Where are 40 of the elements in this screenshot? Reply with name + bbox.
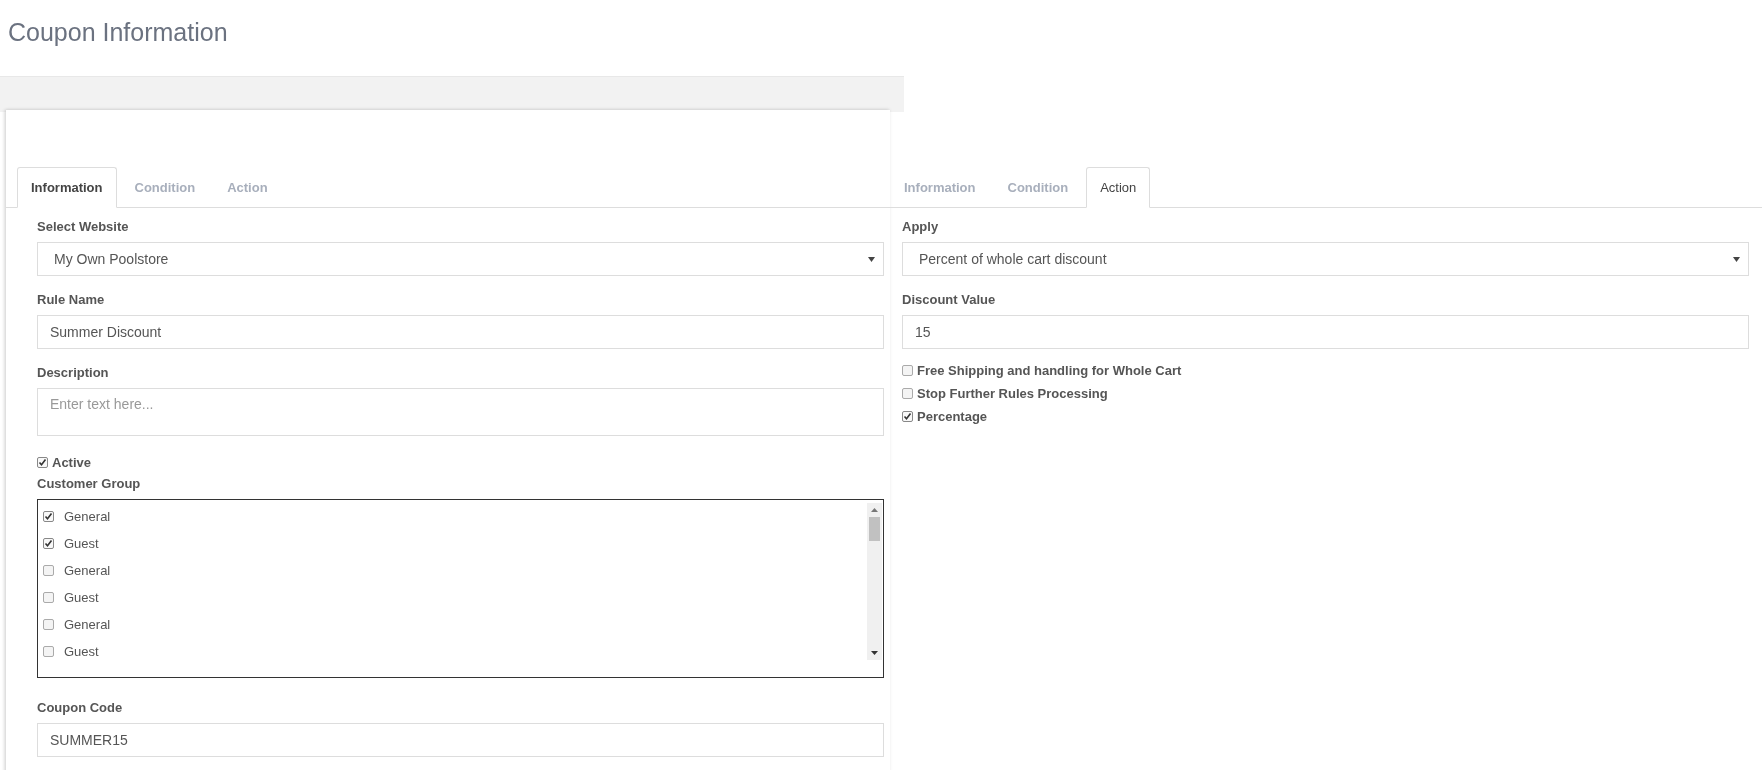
page-title: Coupon Information xyxy=(7,17,229,48)
field-label: Coupon Code xyxy=(37,700,124,717)
list-item-label: Guest xyxy=(64,644,99,659)
checkbox[interactable] xyxy=(37,456,48,468)
checkbox[interactable] xyxy=(43,592,54,603)
checkbox-label: Active xyxy=(52,454,92,470)
checkbox[interactable] xyxy=(43,511,54,522)
checkbox[interactable] xyxy=(43,538,54,549)
checkbox-label: Stop Further Rules Processing xyxy=(917,385,1108,401)
tab[interactable]: Information xyxy=(17,167,117,208)
scrollbar[interactable] xyxy=(867,503,882,660)
list-item-label: General xyxy=(64,617,111,632)
website-select[interactable]: My Own Poolstore xyxy=(37,242,884,276)
caret-icon xyxy=(868,256,875,262)
field-label: Description xyxy=(37,365,110,382)
description-field[interactable]: Enter text here... xyxy=(37,388,884,436)
list-item-label: General xyxy=(64,563,111,578)
tab[interactable]: Action xyxy=(1086,167,1151,208)
field-label: Rule Name xyxy=(37,292,106,309)
checkbox[interactable] xyxy=(902,387,913,399)
coupon-code-field[interactable]: SUMMER15 xyxy=(37,723,884,757)
checkbox[interactable] xyxy=(902,364,913,376)
list-item-label: General xyxy=(64,509,111,524)
field-label: Discount Value xyxy=(902,292,997,309)
checkbox[interactable] xyxy=(43,646,54,657)
rule-name-field[interactable]: Summer Discount xyxy=(37,315,884,349)
customer-group-list[interactable]: General Guest General Guest General Guest xyxy=(37,499,884,678)
checkbox[interactable] xyxy=(43,619,54,630)
field-label: Customer Group xyxy=(37,476,142,493)
checkbox[interactable] xyxy=(43,565,54,576)
checkbox-label: Percentage xyxy=(917,408,988,424)
list-item-label: Guest xyxy=(64,536,99,551)
discount-value-field[interactable]: 15 xyxy=(902,315,1749,349)
checkbox-label: Free Shipping and handling for Whole Cart xyxy=(917,362,1182,378)
field-label: Apply xyxy=(902,219,940,236)
checkbox[interactable] xyxy=(902,410,913,422)
field-label: Select Website xyxy=(37,219,130,236)
caret-icon xyxy=(1733,256,1740,262)
list-item-label: Guest xyxy=(64,590,99,605)
apply-select[interactable]: Percent of whole cart discount xyxy=(902,242,1749,276)
